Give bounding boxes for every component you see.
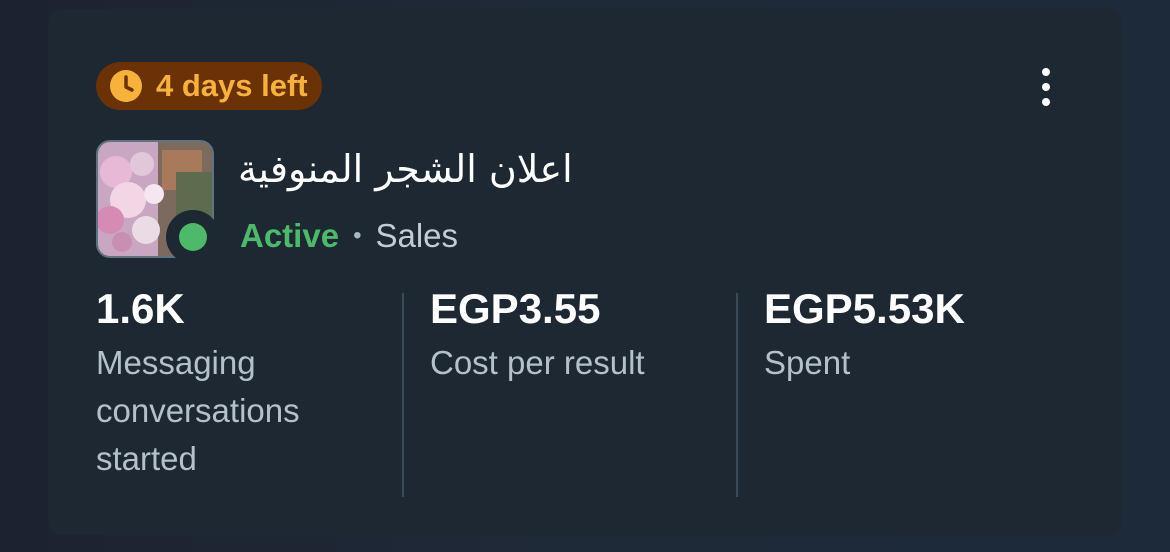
metric-spent: EGP5.53K Spent [764, 285, 1084, 387]
ad-thumbnail-wrapper[interactable] [96, 140, 220, 264]
more-options-icon[interactable] [1028, 59, 1064, 115]
metric-value: 1.6K [96, 285, 185, 332]
status-text: Active [240, 217, 340, 254]
ad-status-line: Active • Sales [240, 217, 458, 255]
ad-title[interactable]: اعلان الشجر المنوفية [238, 147, 573, 191]
objective-text: Sales [375, 217, 459, 254]
metric-label: Spent [764, 344, 851, 381]
time-left-text: 4 days left [156, 68, 308, 103]
metric-divider [736, 293, 738, 497]
ad-card[interactable]: 4 days left اعلان الشجر المنوفية Active … [48, 9, 1122, 535]
metric-results: 1.6K Messaging conversations started [96, 285, 396, 483]
metric-cost-per-result: EGP3.55 Cost per result [430, 285, 730, 387]
metric-value: EGP5.53K [764, 285, 965, 332]
clock-icon [108, 68, 144, 104]
time-left-badge: 4 days left [96, 62, 322, 110]
active-status-dot [166, 210, 220, 264]
metric-divider [402, 293, 404, 497]
metric-value: EGP3.55 [430, 285, 601, 332]
metric-label: Cost per result [430, 344, 645, 381]
separator-dot: • [353, 222, 362, 249]
metrics-row: 1.6K Messaging conversations started EGP… [96, 285, 1096, 497]
metric-label: Messaging conversations started [96, 344, 300, 477]
